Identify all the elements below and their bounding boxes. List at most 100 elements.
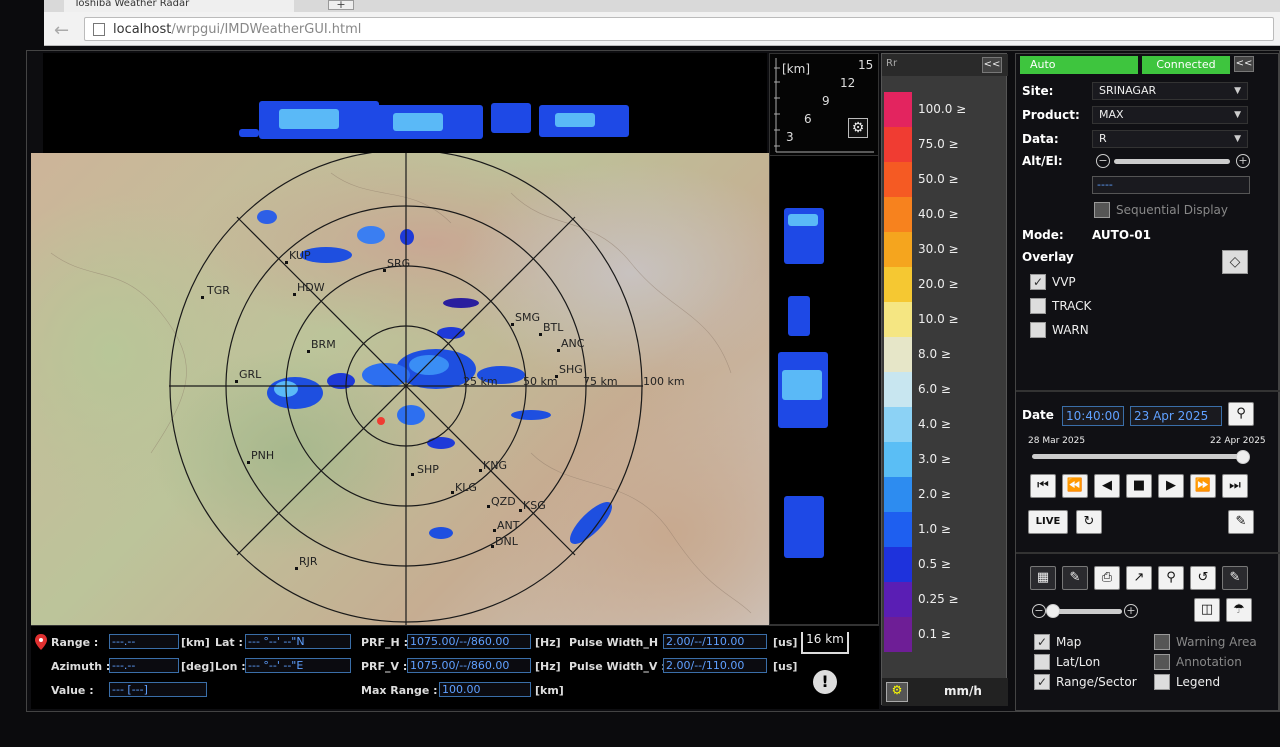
colorbar-swatch <box>884 197 912 232</box>
echo-blob <box>239 129 259 137</box>
step-forward-icon[interactable]: ▶ <box>1158 474 1184 498</box>
stop-icon[interactable]: ■ <box>1126 474 1152 498</box>
vvp-checkbox[interactable]: ✓ <box>1030 274 1046 290</box>
mode-value: AUTO-01 <box>1092 228 1151 242</box>
panel-collapse-button[interactable]: << <box>1234 56 1254 72</box>
database-icon[interactable]: ◫ <box>1194 598 1220 622</box>
warning-area-checkbox[interactable] <box>1154 634 1170 650</box>
fast-forward-icon[interactable]: ⏩ <box>1190 474 1216 498</box>
new-tab-button[interactable]: + <box>328 0 354 10</box>
product-select-value: MAX <box>1099 108 1124 121</box>
info-panel: Range : ---.-- [km] Lat : --- °--' --"N … <box>31 625 879 709</box>
loop-icon[interactable]: ↻ <box>1076 510 1102 534</box>
plus-icon[interactable]: + <box>1236 154 1250 168</box>
zoom-slider-handle[interactable] <box>1046 604 1060 618</box>
screen: Toshiba Weather Radar + ← localhost/wrpg… <box>0 0 1280 747</box>
alt-el-field[interactable]: ---- <box>1092 176 1250 194</box>
grid-icon[interactable]: ▦ <box>1030 566 1056 590</box>
search-time-icon[interactable]: ⚲ <box>1228 402 1254 426</box>
zoom-search-icon[interactable]: ⚲ <box>1158 566 1184 590</box>
lat-lon-checkbox[interactable] <box>1034 654 1050 670</box>
colorbar-collapse-button[interactable]: << <box>982 57 1002 73</box>
location-pin-icon <box>35 634 47 650</box>
layers-icon[interactable]: ◇ <box>1222 250 1248 274</box>
zoom-out-icon[interactable]: − <box>1032 604 1046 618</box>
colorbar-label: 2.0 ≥ <box>918 486 951 501</box>
time-slider-handle[interactable] <box>1236 450 1250 464</box>
map-checkbox[interactable]: ✓ <box>1034 634 1050 650</box>
site-GRL: GRL <box>239 368 262 381</box>
annotation-checkbox[interactable] <box>1154 654 1170 670</box>
skip-to-start-icon[interactable]: ⏮ <box>1030 474 1056 498</box>
data-select[interactable]: R ▼ <box>1092 130 1248 148</box>
print-icon[interactable]: ⎙ <box>1094 566 1120 590</box>
alert-icon[interactable]: ! <box>813 670 837 694</box>
colorbar-label: 0.1 ≥ <box>918 626 951 641</box>
site-BTL: BTL <box>543 321 564 334</box>
time-slider[interactable] <box>1032 454 1244 459</box>
edit-icon[interactable]: ✎ <box>1222 566 1248 590</box>
site-SHP: SHP <box>417 463 439 476</box>
track-checkbox[interactable] <box>1030 298 1046 314</box>
value-label: Value : <box>51 684 94 697</box>
palette-icon[interactable]: ⚙ <box>886 682 908 702</box>
step-back-icon[interactable]: ◀ <box>1094 474 1120 498</box>
site-TGR: TGR <box>206 284 230 297</box>
site-SRG: SRG <box>387 257 410 270</box>
url-host: localhost <box>113 22 172 37</box>
url-field[interactable]: localhost/wrpgui/IMDWeatherGUI.html <box>84 17 1274 41</box>
echo-blob <box>279 109 339 129</box>
legend-checkbox[interactable] <box>1154 674 1170 690</box>
warn-checkbox[interactable] <box>1030 322 1046 338</box>
echo-blob <box>788 214 818 226</box>
export-icon[interactable]: ✎ <box>1228 510 1254 534</box>
height-axis-panel: [km] 15 12 9 6 3 ⚙ <box>769 53 879 157</box>
zoom-slider[interactable] <box>1050 609 1122 614</box>
colorbar-product[interactable]: Rr <box>886 58 897 69</box>
colorbar-label: 50.0 ≥ <box>918 171 959 186</box>
range-rings <box>169 153 643 625</box>
range-sector-checkbox[interactable]: ✓ <box>1034 674 1050 690</box>
site-KLG: KLG <box>455 481 477 494</box>
sequential-display-checkbox[interactable] <box>1094 202 1110 218</box>
back-arrow-icon[interactable]: ← <box>54 20 69 41</box>
product-select[interactable]: MAX ▼ <box>1092 106 1248 124</box>
pulse-width-v-value: 2.00/--/110.00 <box>663 658 767 673</box>
skip-to-end-icon[interactable]: ⏭ <box>1222 474 1248 498</box>
site-markers: TGR KUP HDW BRM GRL PNH RJR SRG SMG BTL … <box>201 249 585 570</box>
gear-icon[interactable]: ⚙ <box>848 118 868 138</box>
auto-status[interactable]: Auto <box>1020 56 1138 74</box>
refresh-search-icon[interactable]: ↺ <box>1190 566 1216 590</box>
lat-value: --- °--' --"N <box>245 634 351 649</box>
time-field[interactable]: 10:40:00 <box>1062 406 1124 426</box>
product-label: Product: <box>1022 108 1080 122</box>
max-range-label: Max Range : <box>361 684 438 697</box>
site-select[interactable]: SRINAGAR ▼ <box>1092 82 1248 100</box>
height-tick: 6 <box>804 112 812 126</box>
radar-app: [km] 15 12 9 6 3 ⚙ 25 km 50 km 75 km 100… <box>26 50 1280 712</box>
minus-icon[interactable]: − <box>1096 154 1110 168</box>
range-label-100: 100 km <box>643 375 685 388</box>
rewind-icon[interactable]: ⏪ <box>1062 474 1088 498</box>
colorbar-swatch <box>884 232 912 267</box>
echo-blob <box>555 113 595 127</box>
azimuth-label: Azimuth : <box>51 660 111 673</box>
share-icon[interactable]: ↗ <box>1126 566 1152 590</box>
site-SMG: SMG <box>515 311 540 324</box>
weather-icon[interactable]: ☂ <box>1226 598 1252 622</box>
live-button[interactable]: LIVE <box>1028 510 1068 534</box>
echo-blob <box>782 370 822 400</box>
colorbar-header: Rr << <box>882 54 1008 76</box>
pen-icon[interactable]: ✎ <box>1062 566 1088 590</box>
browser-tab[interactable]: Toshiba Weather Radar <box>64 0 294 12</box>
colorbar-label: 20.0 ≥ <box>918 276 959 291</box>
vvp-label: VVP <box>1052 275 1076 289</box>
lat-lon-label: Lat/Lon <box>1056 655 1101 669</box>
alt-el-slider[interactable] <box>1114 159 1230 164</box>
radar-map[interactable]: 25 km 50 km 75 km 100 km TGR KUP HDW BRM… <box>31 153 769 625</box>
date-field[interactable]: 23 Apr 2025 <box>1130 406 1222 426</box>
colorbar-legend: Rr << 100.0 ≥ 75.0 ≥ 50.0 ≥ 40.0 ≥ 30.0 ≥ 20.… <box>881 53 1008 706</box>
range-label-25: 25 km <box>463 375 498 388</box>
zoom-in-icon[interactable]: + <box>1124 604 1138 618</box>
ppi-overlay: 25 km 50 km 75 km 100 km TGR KUP HDW BRM… <box>50 153 752 625</box>
